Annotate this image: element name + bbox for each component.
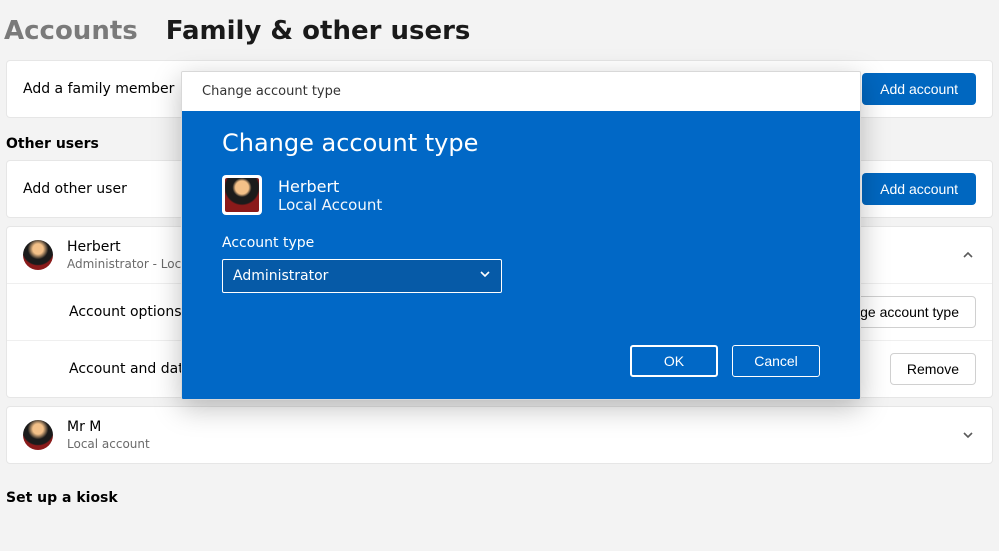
add-other-account-button[interactable]: Add account: [862, 173, 976, 205]
user-subtitle: Local account: [67, 437, 150, 451]
dialog-user-name: Herbert: [278, 177, 382, 196]
avatar: [222, 175, 262, 215]
user-name: Herbert: [67, 239, 192, 255]
account-type-field-label: Account type: [222, 235, 820, 251]
remove-account-button[interactable]: Remove: [890, 353, 976, 385]
avatar: [23, 240, 53, 270]
cancel-button[interactable]: Cancel: [732, 345, 820, 377]
chevron-down-icon: [479, 268, 491, 284]
account-type-select[interactable]: Administrator: [222, 259, 502, 293]
dialog-heading: Change account type: [222, 129, 820, 157]
dialog-user-type: Local Account: [278, 196, 382, 214]
user-name: Mr M: [67, 419, 150, 435]
change-account-type-dialog: Change account type Change account type …: [181, 71, 861, 400]
breadcrumb: Accounts Family & other users: [0, 0, 999, 60]
add-family-account-button[interactable]: Add account: [862, 73, 976, 105]
ok-button[interactable]: OK: [630, 345, 718, 377]
chevron-down-icon[interactable]: [960, 427, 976, 443]
user-panel-mrm: Mr M Local account: [6, 406, 993, 464]
breadcrumb-parent[interactable]: Accounts: [4, 16, 138, 46]
breadcrumb-current: Family & other users: [166, 16, 471, 46]
user-row-mrm[interactable]: Mr M Local account: [7, 407, 992, 463]
dialog-user-block: Herbert Local Account: [222, 175, 820, 215]
avatar: [23, 420, 53, 450]
user-subtitle: Administrator - Local: [67, 257, 192, 271]
account-type-selected-value: Administrator: [233, 268, 328, 284]
kiosk-section-title: Set up a kiosk: [6, 490, 993, 506]
dialog-titlebar: Change account type: [182, 72, 860, 111]
chevron-up-icon[interactable]: [960, 247, 976, 263]
